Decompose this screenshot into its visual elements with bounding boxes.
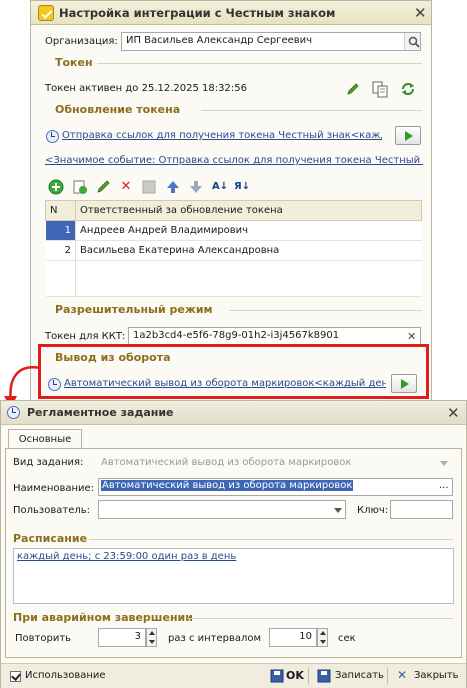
row-number: 1 [45, 220, 76, 241]
row-number: 2 [45, 240, 76, 261]
ellipsis-button[interactable]: ... [439, 480, 449, 491]
name-field[interactable]: Автоматический вывод из оборота маркиров… [98, 478, 453, 496]
refresh-icon[interactable] [400, 81, 416, 97]
task-type-value: Автоматический вывод из оборота маркиров… [101, 457, 352, 468]
divider [229, 310, 422, 311]
clock-icon [7, 406, 20, 419]
window-title: Настройка интеграции с Честным знаком [59, 6, 336, 20]
title-bar: Настройка интеграции с Честным знаком ✕ [31, 1, 431, 25]
separator [308, 668, 309, 684]
task-type-label: Вид задания: [13, 457, 84, 468]
search-icon [408, 36, 420, 48]
command-bar: Использование OK Записать ✕ Закрыть [1, 663, 466, 688]
title-bar: Регламентное задание ✕ [1, 401, 466, 425]
close-button[interactable]: Закрыть [414, 670, 459, 681]
kkt-token-label: Токен для ККТ: [45, 331, 126, 342]
copy-icon[interactable] [371, 80, 389, 98]
pencil-icon[interactable] [96, 179, 112, 195]
responsible-table: N Ответственный за обновление токена 1 А… [45, 200, 422, 297]
chevron-down-icon [440, 461, 448, 466]
token-status: Токен активен до 25.12.2025 18:32:56 [45, 83, 247, 94]
sort-desc-icon[interactable]: Я↓ [234, 179, 250, 195]
table-row[interactable]: 2 Васильева Екатерина Александровна [45, 240, 422, 261]
schedule-section: Расписание [13, 532, 88, 545]
key-field[interactable] [390, 500, 453, 519]
interval-field[interactable]: 10 [269, 628, 317, 647]
window-title: Регламентное задание [27, 406, 174, 419]
name-value: Автоматический вывод из оборота маркиров… [101, 480, 354, 491]
seconds-label: сек [338, 633, 356, 644]
ok-icon [270, 669, 284, 683]
row-name: Васильева Екатерина Александровна [75, 240, 422, 261]
table-header: N Ответственный за обновление токена [45, 200, 422, 221]
pencil-icon[interactable] [346, 82, 360, 96]
divider [201, 110, 422, 111]
update-task-link[interactable]: Отправка ссылок для получения токена Чес… [62, 130, 382, 141]
tab-main[interactable]: Основные [8, 429, 82, 449]
schedule-box: каждый день; с 23:59:00 один раз в день [13, 548, 454, 604]
user-field[interactable] [98, 500, 346, 519]
clear-icon[interactable]: ✕ [407, 330, 416, 344]
integration-settings-window: Настройка интеграции с Честным знаком ✕ … [30, 0, 432, 403]
token-update-section: Обновление токена [55, 103, 181, 116]
repeat-count-field[interactable]: 3 [98, 628, 146, 647]
arrow-down-icon[interactable] [188, 179, 204, 195]
save-disabled-icon[interactable] [142, 180, 156, 194]
delete-icon[interactable]: ✕ [118, 179, 134, 195]
repeat-count-value: 3 [134, 631, 141, 642]
schedule-link[interactable]: каждый день; с 23:59:00 один раз в день [17, 551, 236, 562]
highlight-frame [38, 344, 429, 399]
organization-field[interactable]: ИП Васильев Александр Сергеевич [121, 32, 421, 51]
repeat-label: Повторить [15, 633, 72, 644]
close-icon: ✕ [397, 668, 408, 682]
divider [187, 618, 453, 619]
use-label: Использование [25, 670, 106, 681]
key-label: Ключ: [357, 505, 389, 516]
separator [387, 668, 388, 684]
repeat-stepper[interactable] [146, 628, 157, 647]
save-icon [317, 669, 331, 683]
interval-stepper[interactable] [317, 628, 328, 647]
name-label: Наименование: [13, 483, 95, 494]
clock-icon [46, 130, 59, 143]
search-button[interactable] [404, 33, 420, 50]
ok-button[interactable]: OK [286, 669, 304, 682]
close-icon[interactable]: ✕ [447, 406, 460, 421]
app-icon [38, 5, 54, 21]
add-copy-icon[interactable] [72, 179, 88, 195]
run-update-button[interactable] [395, 126, 421, 145]
failure-section: При аварийном завершении [13, 611, 193, 624]
sort-asc-icon[interactable]: A↓ [212, 179, 228, 195]
column-responsible[interactable]: Ответственный за обновление токена [75, 200, 422, 221]
add-icon[interactable] [48, 179, 64, 195]
table-row[interactable]: 1 Андреев Андрей Владимирович [45, 220, 422, 241]
save-button[interactable]: Записать [335, 670, 384, 681]
organization-label: Организация: [45, 36, 118, 47]
column-n[interactable]: N [45, 200, 76, 221]
row-name: Андреев Андрей Владимирович [75, 220, 422, 241]
interval-label: раз с интервалом [168, 633, 262, 644]
significant-event-link[interactable]: <Значимое событие: Отправка ссылок для п… [45, 155, 423, 166]
scheduled-task-window: Регламентное задание ✕ Основные Вид зада… [0, 400, 467, 688]
chevron-down-icon[interactable] [334, 508, 342, 513]
arrow-up-icon[interactable] [165, 179, 181, 195]
divider [97, 63, 422, 64]
use-checkbox[interactable] [10, 671, 21, 682]
permit-section: Разрешительный режим [55, 303, 213, 316]
token-section: Токен [55, 56, 93, 69]
kkt-token-value: 1a2b3cd4-e5f6-78g9-01h2-i3j4567k8901 [133, 330, 340, 341]
user-label: Пользователь: [13, 505, 91, 516]
interval-value: 10 [299, 631, 312, 642]
divider [89, 539, 453, 540]
close-icon[interactable]: ✕ [414, 6, 427, 21]
organization-value: ИП Васильев Александр Сергеевич [126, 35, 313, 46]
